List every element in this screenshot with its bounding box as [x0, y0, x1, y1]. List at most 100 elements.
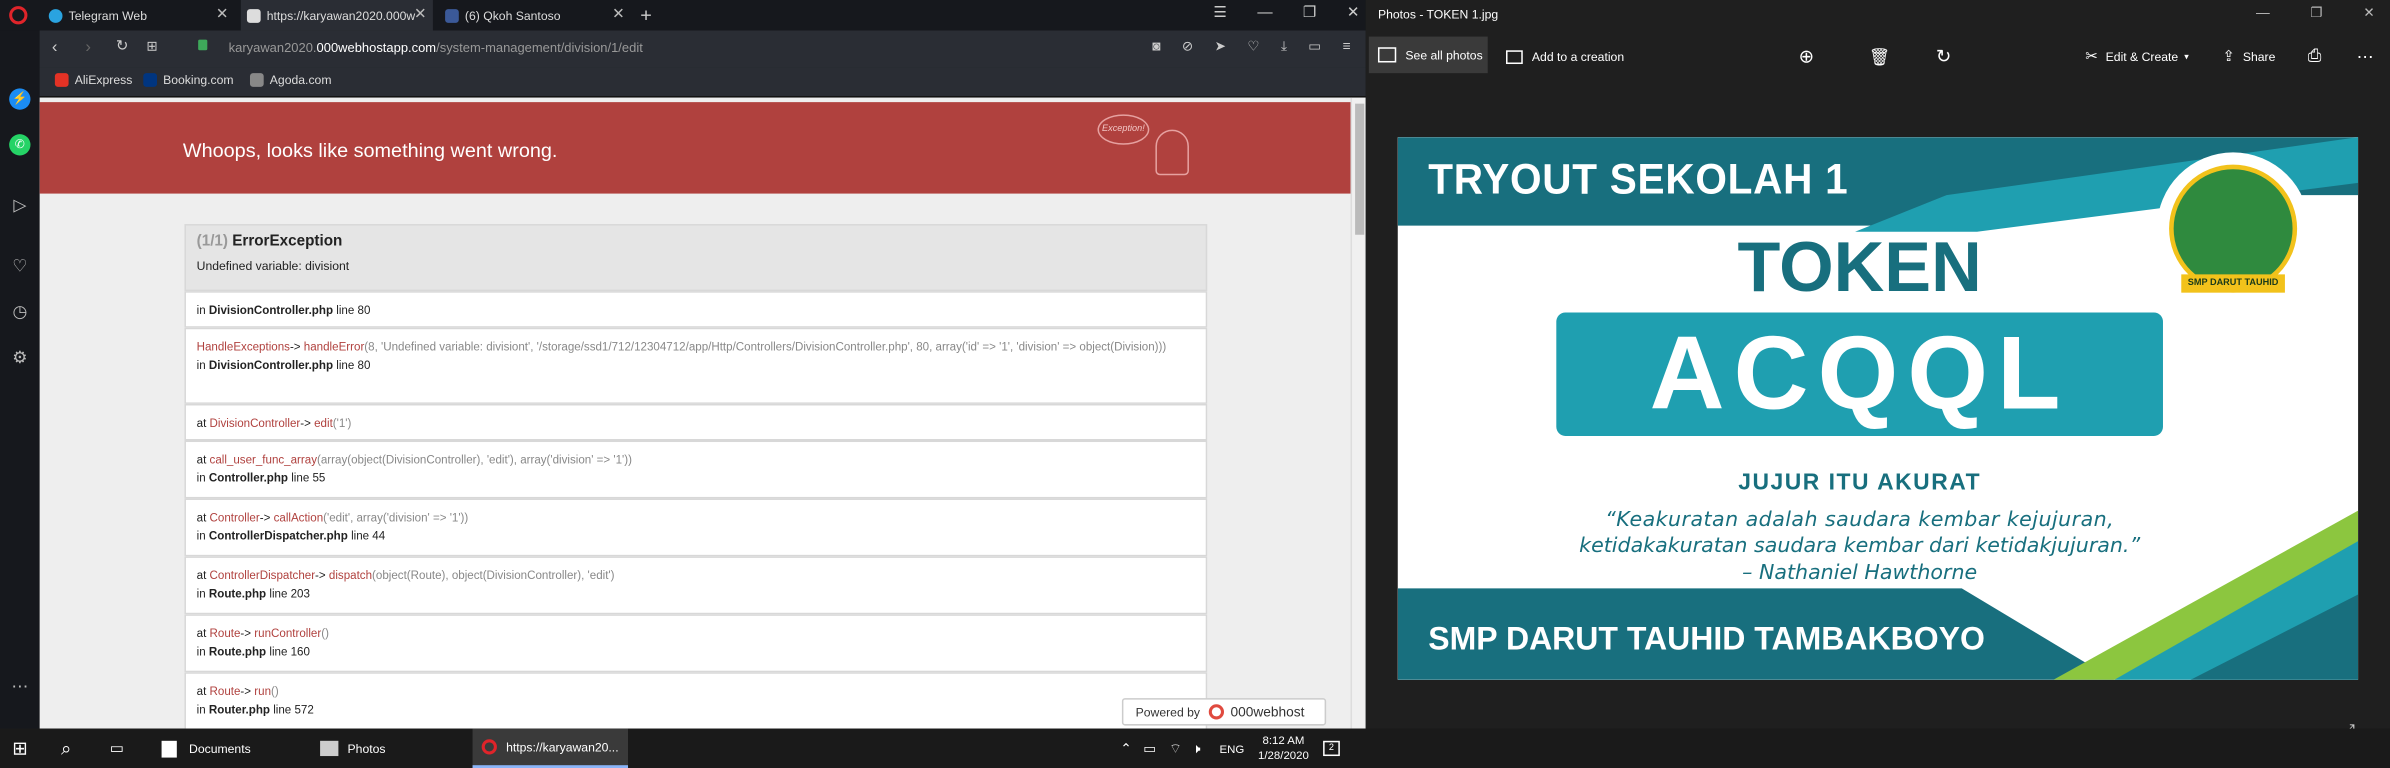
bookmark-aliexpress[interactable]: AliExpress: [54, 73, 132, 87]
frame-function: handleError: [303, 339, 365, 354]
taskbar-app-photos[interactable]: Photos: [311, 729, 466, 768]
add-to-creation-button[interactable]: Add to a creation: [1506, 43, 1624, 70]
frame-op: ->: [259, 510, 271, 525]
delete-icon[interactable]: 🗑: [1869, 43, 1890, 70]
quote-author: – Nathaniel Hawthorne: [1742, 560, 1978, 586]
photos-icon: [1377, 47, 1397, 63]
task-view-icon[interactable]: ▭: [110, 729, 124, 768]
block-icon[interactable]: ⊘: [1182, 38, 1194, 55]
close-window-icon[interactable]: ✕: [1347, 5, 1360, 22]
frame-class: Route: [209, 684, 241, 699]
reload-icon[interactable]: ↻: [116, 38, 129, 55]
taskbar-app-documents[interactable]: Documents: [152, 729, 307, 768]
history-icon[interactable]: ◷: [9, 302, 30, 323]
battery-icon[interactable]: ▭: [1308, 38, 1321, 55]
stack-frame: at DivisionController-> edit('1'): [184, 403, 1208, 441]
download-icon[interactable]: ⤓: [1281, 38, 1287, 55]
frame-args: ('1'): [332, 416, 352, 430]
bookmark-label: Agoda.com: [269, 73, 332, 87]
exception-title: (1/1) ErrorException: [197, 233, 1195, 251]
frame-in: in: [196, 644, 206, 659]
school-name: SMP DARUT TAUHID TAMBAKBOYO: [1428, 621, 1985, 657]
frame-in: in: [196, 528, 206, 543]
tab-karyawan[interactable]: https://karyawan2020.000w ✕: [240, 0, 433, 31]
more-icon[interactable]: ⋯: [2357, 43, 2374, 70]
browser-window: Telegram Web ✕ https://karyawan2020.000w ✕…: [0, 0, 1366, 729]
print-icon[interactable]: ⎙: [2308, 43, 2321, 70]
taskbar-app-opera[interactable]: https://karyawan20...: [472, 728, 629, 768]
send-icon[interactable]: ▷: [9, 195, 30, 216]
tabs-grid-icon[interactable]: ⊞: [146, 38, 158, 55]
opera-sidebar: ⚡ ✆ ▷ ♡ ◷ ⚙ ⋯: [0, 30, 40, 729]
url-host: 000webhostapp.com: [316, 39, 437, 55]
page-scrollbar[interactable]: [1350, 97, 1366, 729]
frame-function: call_user_func_array: [209, 452, 318, 467]
frame-file: DivisionController.php: [208, 303, 334, 318]
settings-icon[interactable]: ⚙: [9, 348, 30, 369]
heart-icon[interactable]: ♡: [9, 256, 30, 277]
volume-icon[interactable]: 🕨: [1192, 729, 1201, 768]
maximize-icon[interactable]: ❐: [1303, 5, 1317, 22]
close-window-icon[interactable]: ✕: [2363, 5, 2375, 22]
tab-facebook[interactable]: (6) Qkoh Santoso ✕: [439, 0, 631, 30]
frame-line: line 572: [273, 702, 314, 717]
clock[interactable]: 8:12 AM 1/28/2020: [1253, 729, 1314, 768]
bookmark-booking[interactable]: Booking.com: [143, 73, 234, 87]
messenger-icon[interactable]: ⚡: [9, 88, 31, 110]
exception-type: ErrorException: [232, 233, 343, 250]
tab-menu-icon[interactable]: ☰: [1213, 5, 1227, 22]
tab-telegram[interactable]: Telegram Web ✕: [43, 0, 235, 30]
close-icon[interactable]: ✕: [612, 6, 625, 23]
send-icon[interactable]: ➤: [1215, 38, 1227, 55]
network-icon[interactable]: ⌔: [1169, 729, 1182, 768]
facebook-icon: [445, 8, 459, 23]
opera-logo-icon[interactable]: [9, 6, 28, 25]
heart-icon[interactable]: ♡: [1247, 38, 1259, 55]
exception-ghost-icon: Exception!: [1097, 114, 1207, 181]
frame-args: (object(Route), object(DivisionControlle…: [372, 568, 615, 583]
edit-create-button[interactable]: ✂ Edit & Create ▾: [2085, 43, 2189, 70]
search-icon[interactable]: ⌕: [61, 729, 71, 768]
frame-file: Route.php: [208, 586, 267, 601]
bookmark-agoda[interactable]: Agoda.com: [249, 73, 332, 87]
new-tab-button[interactable]: +: [640, 3, 652, 26]
error-header: Whoops, looks like something went wrong.…: [39, 102, 1351, 194]
language-indicator[interactable]: ENG: [1219, 729, 1244, 768]
scrollbar-thumb[interactable]: [1355, 103, 1365, 235]
start-button[interactable]: ⊞: [12, 729, 27, 768]
frame-in: in: [196, 303, 206, 318]
url-field[interactable]: karyawan2020.000webhostapp.com/system-ma…: [229, 40, 643, 55]
powered-by-badge[interactable]: Powered by 000webhost: [1121, 698, 1327, 726]
close-icon[interactable]: ✕: [216, 6, 229, 23]
share-button[interactable]: ⇪ Share: [2222, 43, 2275, 70]
frame-class: DivisionController: [209, 416, 301, 430]
frame-file: ControllerDispatcher.php: [208, 528, 348, 543]
minimize-icon[interactable]: —: [2256, 5, 2270, 22]
notification-center[interactable]: 2: [1323, 729, 1340, 768]
powered-brand: 000webhost: [1230, 704, 1305, 720]
rotate-icon[interactable]: ↻: [1936, 43, 1951, 70]
zoom-icon[interactable]: ⊕: [1799, 43, 1814, 70]
frame-line: line 80: [336, 303, 371, 318]
taskbar-app-label: https://karyawan20...: [506, 740, 619, 754]
battery-icon[interactable]: ▭: [1143, 729, 1156, 768]
minimize-icon[interactable]: —: [1257, 5, 1272, 22]
back-icon[interactable]: ‹: [52, 38, 58, 56]
token-image: TRYOUT SEKOLAH 1 SMP DARUT TAUHID TOKEN …: [1397, 137, 2359, 680]
stack-frame: at Route-> runController() in Route.php l…: [184, 614, 1208, 673]
tray-chevron-icon[interactable]: ⌃: [1120, 729, 1132, 768]
more-icon[interactable]: ⋯: [9, 677, 30, 698]
see-all-photos-button[interactable]: See all photos: [1368, 36, 1488, 74]
menu-icon[interactable]: ≡: [1343, 38, 1351, 55]
whatsapp-icon[interactable]: ✆: [9, 134, 31, 156]
photos-title: Photos - TOKEN 1.jpg: [1377, 7, 1499, 22]
documents-icon: [161, 740, 177, 757]
camera-icon[interactable]: ◙: [1152, 38, 1160, 55]
close-icon[interactable]: ✕: [414, 6, 427, 23]
opera-icon: [481, 739, 497, 755]
frame-line: line 44: [351, 528, 386, 543]
forward-icon[interactable]: ›: [85, 38, 91, 56]
frame-class: Route: [209, 626, 241, 641]
frame-in: in: [196, 702, 206, 717]
maximize-icon[interactable]: ❐: [2310, 5, 2322, 22]
